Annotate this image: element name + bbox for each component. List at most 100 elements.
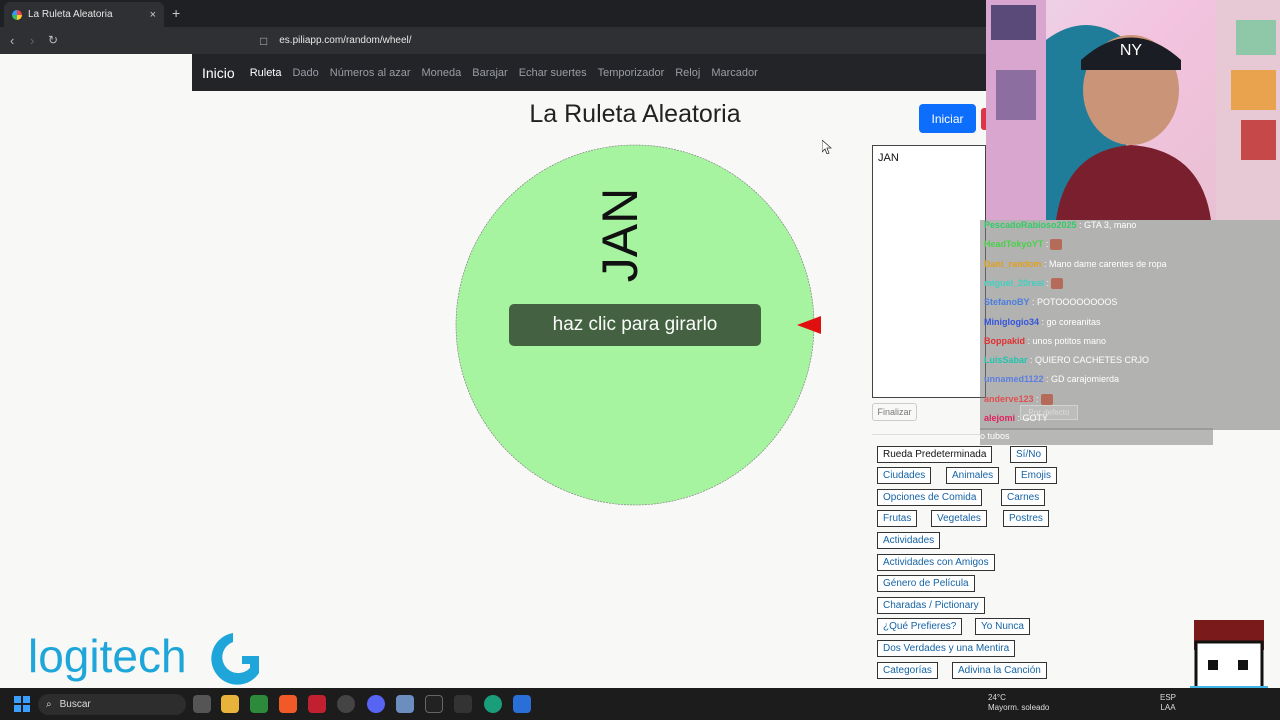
chat-extra-line: o tubos (980, 428, 1213, 445)
logitech-logo: logitech (28, 630, 259, 685)
bookmark-icon[interactable]: □ (260, 34, 267, 48)
preset-actividades[interactable]: Actividades (877, 532, 941, 549)
taskbar-search[interactable]: ⌕ Buscar (38, 694, 186, 715)
file-explorer-icon[interactable] (221, 695, 239, 713)
streamer-webcam-image: NY (986, 0, 1280, 220)
spin-prompt[interactable]: haz clic para girarlo (509, 304, 761, 346)
wheel-pointer-icon (797, 316, 821, 334)
chat-text: : (1044, 277, 1050, 288)
preset-carnes[interactable]: Carnes (1001, 489, 1046, 506)
chat-message: anderve123 : (984, 394, 1053, 405)
chat-message: HeadTokyoYT : (984, 239, 1063, 251)
preset-rueda-predeterminada[interactable]: Rueda Predeterminada (877, 446, 993, 463)
chat-username: StefanoBY (984, 297, 1030, 308)
system-tray-language[interactable]: ESP LAA (1160, 693, 1176, 713)
close-tab-icon[interactable]: × (150, 9, 156, 21)
new-tab-button[interactable]: + (172, 5, 180, 21)
logitech-g-icon[interactable] (454, 695, 472, 713)
chat-username: anderve123 (984, 393, 1034, 404)
language-code: ESP (1160, 693, 1177, 702)
preset-emojis[interactable]: Emojis (1015, 467, 1058, 484)
nav-item-reloj[interactable]: Reloj (675, 67, 700, 79)
chat-username: Boppakid (984, 335, 1026, 346)
nav-item-marcador[interactable]: Marcador (711, 67, 757, 79)
page-title: La Ruleta Aleatoria (529, 100, 741, 128)
notepad-icon[interactable] (513, 695, 531, 713)
app-icon[interactable] (308, 695, 326, 713)
chat-emote-icon (1051, 278, 1064, 290)
chat-message: LuisSabar : QUIERO CACHETES CRJO (984, 355, 1149, 365)
chat-message: unnamed1122 : GD carajomierda (984, 374, 1119, 384)
preset-dos-verdades[interactable]: Dos Verdades y una Mentira (877, 640, 1016, 657)
start-button[interactable]: Iniciar (919, 104, 976, 133)
nav-item-ruleta[interactable]: Ruleta (250, 67, 282, 79)
back-icon[interactable]: ‹ (10, 33, 14, 48)
browser-tab[interactable]: La Ruleta Aleatoria × (4, 2, 164, 27)
mouse-cursor-icon (822, 140, 832, 154)
chat-text: : unos potitos mano (1025, 335, 1107, 346)
nav-home-link[interactable]: Inicio (202, 65, 235, 81)
preset-frutas[interactable]: Frutas (877, 510, 918, 527)
task-view-icon[interactable] (193, 695, 211, 713)
preset-categorias[interactable]: Categorías (877, 662, 938, 679)
stream-chat-overlay: PescadoRabioso2025 : GTA 3, mano HeadToky… (980, 220, 1280, 430)
preset-animales[interactable]: Animales (946, 467, 1000, 484)
preset-vegetales[interactable]: Vegetales (931, 510, 987, 527)
chat-text: : GTA 3, mano (1076, 220, 1137, 230)
preset-ciudades[interactable]: Ciudades (877, 467, 932, 484)
chat-username: unnamed1122 (984, 374, 1044, 385)
search-placeholder: Buscar (59, 699, 91, 710)
site-navbar: Inicio Ruleta Dado Números al azar Moned… (192, 54, 986, 91)
preset-que-prefieres[interactable]: ¿Qué Prefieres? (877, 618, 963, 635)
settings-icon[interactable] (396, 695, 414, 713)
preset-si-no[interactable]: Sí/No (1010, 446, 1048, 463)
preset-adivina-cancion[interactable]: Adivina la Canción (952, 662, 1047, 679)
chat-username: Dani_random (984, 258, 1042, 269)
preset-actividades-amigos[interactable]: Actividades con Amigos (877, 554, 995, 571)
search-icon: ⌕ (46, 699, 52, 710)
url-text: es.piliapp.com/random/wheel/ (279, 35, 412, 46)
chat-text: : Mano dame carentes de ropa (1041, 258, 1167, 269)
nav-item-dado[interactable]: Dado (292, 67, 318, 79)
nav-item-moneda[interactable]: Moneda (421, 67, 461, 79)
discord-icon[interactable] (367, 695, 385, 713)
store-icon[interactable] (250, 695, 268, 713)
logitech-logo-text: logitech (28, 630, 187, 682)
windows-start-icon[interactable] (14, 696, 30, 712)
chat-text: : (1043, 239, 1049, 250)
entries-textarea[interactable]: JAN (872, 145, 986, 398)
preset-yo-nunca[interactable]: Yo Nunca (975, 618, 1030, 635)
preset-opciones-comida[interactable]: Opciones de Comida (877, 489, 983, 506)
weather-temp: 24°C (988, 693, 1006, 702)
app-icon-3[interactable] (425, 695, 443, 713)
preset-postres[interactable]: Postres (1003, 510, 1049, 527)
weather-widget[interactable]: 24°C Mayorm. soleado (988, 693, 1049, 713)
chat-message: PescadoRabioso2025 : GTA 3, mano (984, 220, 1136, 230)
chat-username: HeadTokyoYT (984, 239, 1044, 250)
finalize-button[interactable]: Finalizar (872, 403, 917, 421)
nav-item-numeros[interactable]: Números al azar (330, 67, 411, 79)
nav-item-temporizador[interactable]: Temporizador (598, 67, 665, 79)
nav-item-echar-suertes[interactable]: Echar suertes (519, 67, 587, 79)
reload-icon[interactable]: ↻ (48, 33, 58, 47)
chat-message: Dani_random : Mano dame carentes de ropa (984, 259, 1167, 269)
preset-charadas[interactable]: Charadas / Pictionary (877, 597, 985, 614)
chat-message: Boppakid : unos potitos mano (984, 336, 1106, 346)
app-icon-2[interactable] (337, 695, 355, 713)
chat-message: miguel_20real : (984, 277, 1064, 290)
chat-username: Miniglogio34 (984, 316, 1039, 327)
nav-item-barajar[interactable]: Barajar (472, 67, 507, 79)
preset-genero-pelicula[interactable]: Género de Película (877, 575, 975, 592)
wheel-entry-label: JAN (592, 187, 648, 283)
site-favicon-icon (12, 9, 22, 20)
app-icon-4[interactable] (484, 695, 502, 713)
windows-taskbar (0, 688, 1280, 720)
chat-username: PescadoRabioso2025 (984, 220, 1077, 230)
url-field[interactable]: □ es.piliapp.com/random/wheel/ (260, 31, 980, 50)
language-code-2: LAA (1160, 703, 1176, 712)
forward-icon[interactable]: › (30, 33, 34, 48)
chat-text: : go coreanitas (1039, 316, 1101, 327)
brave-browser-icon[interactable] (279, 695, 297, 713)
chat-emote-icon (1040, 393, 1053, 405)
tab-title: La Ruleta Aleatoria (28, 9, 113, 20)
